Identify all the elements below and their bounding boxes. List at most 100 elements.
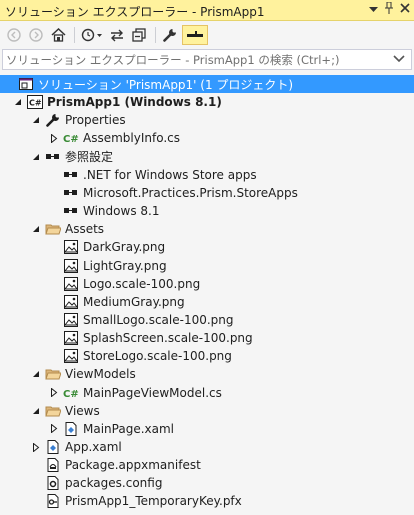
- expand-arrow-icon[interactable]: [48, 423, 60, 435]
- tree-item-label: PrismApp1_TemporaryKey.pfx: [65, 494, 242, 509]
- tree-item-label: MainPage.xaml: [83, 421, 174, 436]
- collapse-arrow-icon[interactable]: [12, 96, 24, 108]
- image-file-icon: [63, 348, 79, 364]
- pin-icon[interactable]: [384, 1, 394, 17]
- folder-open-icon: [45, 366, 61, 382]
- tree-item[interactable]: C# PrismApp1 (Windows 8.1): [0, 93, 414, 111]
- preview-button[interactable]: [182, 25, 208, 45]
- tree-item-label: PrismApp1 (Windows 8.1): [47, 95, 222, 110]
- tree-item[interactable]: SplashScreen.scale-100.png: [0, 329, 414, 347]
- close-icon[interactable]: [400, 3, 410, 16]
- forward-button[interactable]: [26, 25, 46, 45]
- tree-item-label: Views: [65, 403, 100, 418]
- tree-item[interactable]: Windows 8.1: [0, 202, 414, 220]
- history-button[interactable]: [79, 25, 105, 45]
- tree-item[interactable]: 参照設定: [0, 148, 414, 166]
- tree-item[interactable]: C# MainPageViewModel.cs: [0, 384, 414, 402]
- tree-item-label: SplashScreen.scale-100.png: [83, 331, 253, 346]
- wrench-icon: [45, 112, 61, 128]
- reference-icon: [63, 185, 79, 201]
- image-file-icon: [63, 276, 79, 292]
- expand-arrow-icon[interactable]: [48, 132, 60, 144]
- reference-icon: [63, 203, 79, 219]
- tree-item[interactable]: packages.config: [0, 474, 414, 492]
- tree-item[interactable]: Properties: [0, 111, 414, 129]
- sync-button[interactable]: [107, 25, 127, 45]
- sync-icon: [111, 29, 123, 42]
- tree-item[interactable]: ソリューション 'PrismApp1' (1 プロジェクト): [0, 75, 414, 93]
- title-bar: ソリューション エクスプローラー - PrismApp1: [0, 0, 414, 21]
- expand-arrow-icon[interactable]: [48, 387, 60, 399]
- dropdown-icon[interactable]: [369, 3, 378, 16]
- collapse-all-button[interactable]: [129, 25, 149, 45]
- tree-item-label: ViewModels: [65, 367, 136, 382]
- tree-item-label: App.xaml: [65, 440, 122, 454]
- solution-tree: ソリューション 'PrismApp1' (1 プロジェクト) C# PrismApp…: [0, 75, 414, 515]
- collapse-arrow-icon[interactable]: [30, 151, 42, 163]
- expand-arrow-icon[interactable]: [30, 441, 42, 453]
- tree-item-label: .NET for Windows Store apps: [83, 167, 257, 182]
- tree-item[interactable]: Views: [0, 402, 414, 420]
- wrench-icon: [163, 29, 176, 42]
- reference-icon: [63, 167, 79, 183]
- toolbar: [0, 21, 414, 49]
- manifest-file-icon: [45, 457, 61, 473]
- tree-item-label: Microsoft.Practices.Prism.StoreApps: [83, 185, 298, 200]
- properties-button[interactable]: [160, 25, 180, 45]
- collapse-arrow-icon[interactable]: [30, 405, 42, 417]
- tree-item-label: Logo.scale-100.png: [83, 276, 201, 291]
- tree-item-label: packages.config: [65, 476, 163, 491]
- tree-item[interactable]: MediumGray.png: [0, 293, 414, 311]
- image-file-icon: [63, 239, 79, 255]
- tree-item-label: 参照設定: [65, 150, 114, 165]
- xaml-file-icon: [63, 421, 79, 437]
- tree-item[interactable]: .NET for Windows Store apps: [0, 166, 414, 184]
- tree-item-label: MediumGray.png: [83, 294, 185, 309]
- tree-item[interactable]: DarkGray.png: [0, 238, 414, 256]
- tree-item-label: Windows 8.1: [83, 204, 160, 219]
- folder-open-icon: [45, 221, 61, 237]
- tree-item-label: Assets: [65, 222, 105, 237]
- tree-item[interactable]: MainPage.xaml: [0, 420, 414, 438]
- config-file-icon: [45, 475, 61, 491]
- solution-icon: [18, 76, 34, 92]
- tree-item[interactable]: Assets: [0, 220, 414, 238]
- home-button[interactable]: [48, 25, 68, 45]
- tree-item-label: AssemblyInfo.cs: [83, 131, 181, 146]
- folder-open-icon: [45, 403, 61, 419]
- tree-item[interactable]: Logo.scale-100.png: [0, 275, 414, 293]
- tree-item[interactable]: StoreLogo.scale-100.png: [0, 347, 414, 365]
- tree-item-label: Properties: [65, 113, 126, 128]
- collapse-arrow-icon[interactable]: [30, 114, 42, 126]
- search-icon[interactable]: [392, 52, 408, 68]
- csharp-file-icon: C#: [63, 385, 79, 401]
- collapse-icon: [132, 28, 146, 42]
- tree-item[interactable]: LightGray.png: [0, 257, 414, 275]
- tree-item[interactable]: Package.appxmanifest: [0, 456, 414, 474]
- tree-item-label: LightGray.png: [83, 258, 167, 273]
- tree-item[interactable]: App.xaml: [0, 438, 414, 456]
- back-button[interactable]: [4, 25, 24, 45]
- collapse-arrow-icon[interactable]: [30, 223, 42, 235]
- image-file-icon: [63, 330, 79, 346]
- tree-item[interactable]: SmallLogo.scale-100.png: [0, 311, 414, 329]
- search-input[interactable]: [6, 51, 386, 68]
- history-icon: [81, 28, 102, 42]
- tree-item[interactable]: Microsoft.Practices.Prism.StoreApps: [0, 184, 414, 202]
- tree-item[interactable]: C# AssemblyInfo.cs: [0, 129, 414, 147]
- back-icon: [7, 28, 21, 42]
- tree-item-label: DarkGray.png: [83, 240, 166, 255]
- tree-item[interactable]: ViewModels: [0, 365, 414, 383]
- collapse-arrow-icon[interactable]: [30, 368, 42, 380]
- tree-item[interactable]: PrismApp1_TemporaryKey.pfx: [0, 492, 414, 510]
- preview-icon: [187, 31, 203, 37]
